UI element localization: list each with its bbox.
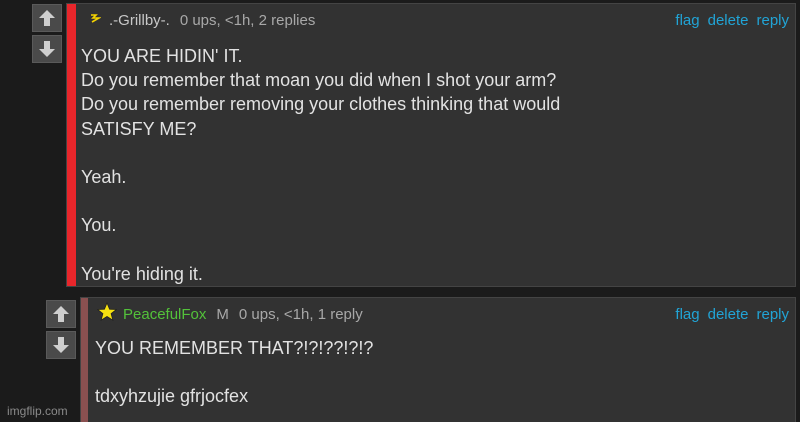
comment-card: PeacefulFox M 0 ups, <1h, 1 reply flag d…	[80, 297, 796, 422]
delete-link[interactable]: delete	[708, 306, 749, 323]
comment-body: YOU ARE HIDIN' IT. Do you remember that …	[81, 46, 561, 284]
flag-link[interactable]: flag	[675, 12, 699, 29]
reply-link[interactable]: reply	[756, 306, 789, 323]
imgflip-watermark: imgflip.com	[7, 404, 68, 418]
vote-controls	[46, 300, 76, 362]
username-link[interactable]: .-Grillby-.	[109, 12, 170, 29]
comment-actions: flag delete reply	[667, 298, 789, 330]
arrow-down-icon	[39, 41, 55, 57]
arrow-up-icon	[53, 306, 69, 322]
arrow-down-icon	[53, 337, 69, 353]
upvote-button[interactable]	[32, 4, 62, 32]
delete-link[interactable]: delete	[708, 12, 749, 29]
star-icon	[96, 301, 118, 327]
comment-actions: flag delete reply	[667, 4, 789, 36]
arrow-up-icon	[39, 10, 55, 26]
comment-body: YOU REMEMBER THAT?!?!??!?!? tdxyhzujie g…	[95, 338, 374, 407]
mod-badge: M	[216, 305, 229, 323]
thread-bar	[67, 4, 76, 286]
comment-meta: 0 ups, <1h, 2 replies	[179, 11, 316, 29]
lightning-icon	[89, 10, 103, 23]
reply-link[interactable]: reply	[756, 12, 789, 29]
comment-meta: 0 ups, <1h, 1 reply	[238, 305, 363, 323]
downvote-button[interactable]	[46, 331, 76, 359]
comment-card: .-Grillby-. 0 ups, <1h, 2 replies flag d…	[66, 3, 796, 287]
username-link[interactable]: PeacefulFox	[123, 306, 206, 323]
downvote-button[interactable]	[32, 35, 62, 63]
flag-link[interactable]: flag	[675, 306, 699, 323]
vote-controls	[32, 4, 62, 66]
upvote-button[interactable]	[46, 300, 76, 328]
